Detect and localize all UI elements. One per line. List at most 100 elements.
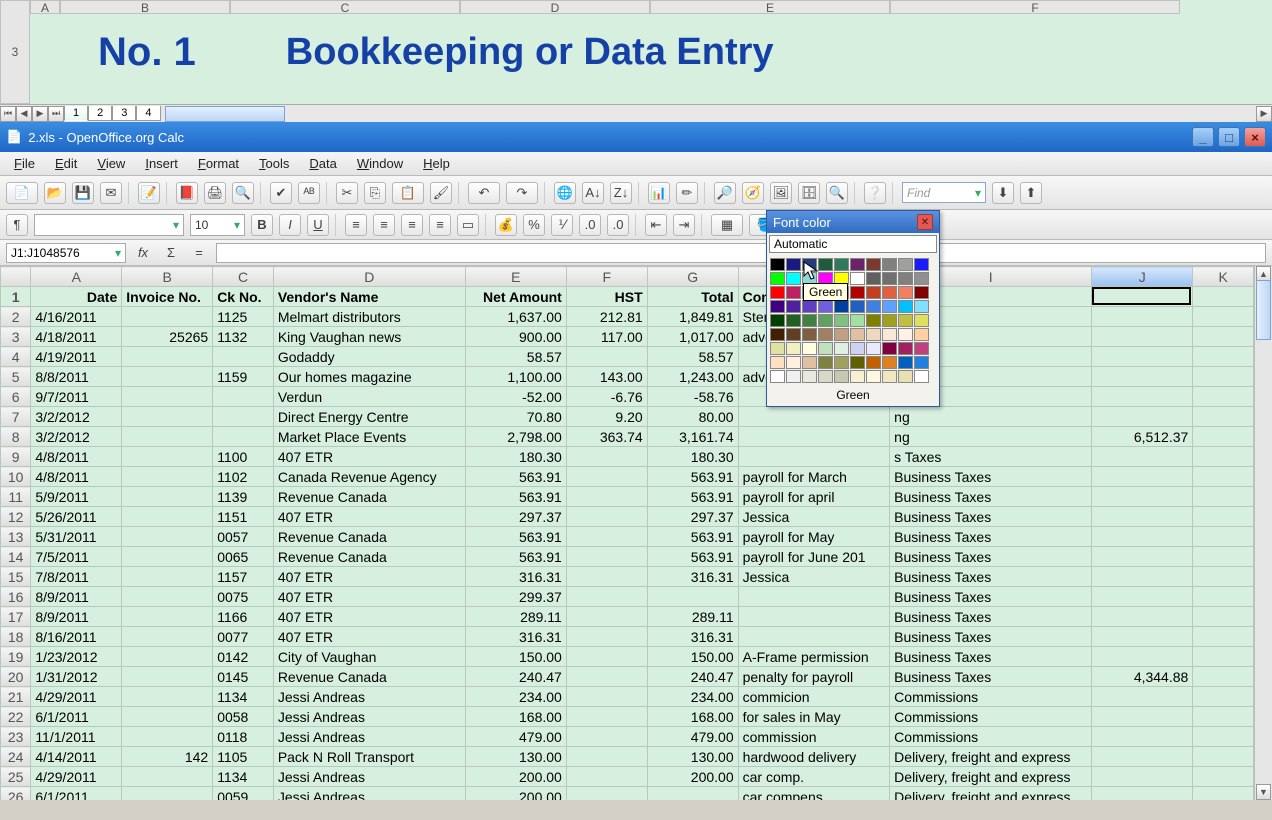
- cell[interactable]: 4/16/2011: [31, 307, 122, 327]
- cell[interactable]: 407 ETR: [273, 507, 465, 527]
- cell[interactable]: 11/1/2011: [31, 727, 122, 747]
- column-header[interactable]: D: [273, 267, 465, 287]
- row-header[interactable]: 23: [1, 727, 31, 747]
- cell[interactable]: [1193, 407, 1254, 427]
- row-header[interactable]: 26: [1, 787, 31, 801]
- menu-insert[interactable]: Insert: [137, 154, 186, 173]
- cell[interactable]: [1193, 547, 1254, 567]
- cell[interactable]: 9/7/2011: [31, 387, 122, 407]
- row-header[interactable]: 8: [1, 427, 31, 447]
- close-button[interactable]: ×: [1244, 127, 1266, 147]
- cell[interactable]: 0145: [213, 667, 274, 687]
- color-swatch[interactable]: [866, 356, 881, 369]
- font-size-combo[interactable]: 10▾: [190, 214, 245, 236]
- cell[interactable]: [1193, 647, 1254, 667]
- color-swatch[interactable]: [882, 272, 897, 285]
- sheet-nav-prev[interactable]: ◀: [16, 106, 32, 122]
- cell[interactable]: -52.00: [465, 387, 566, 407]
- row-header[interactable]: 21: [1, 687, 31, 707]
- cell[interactable]: [1092, 307, 1193, 327]
- cell[interactable]: [1092, 627, 1193, 647]
- color-swatch[interactable]: [786, 286, 801, 299]
- menu-edit[interactable]: Edit: [47, 154, 85, 173]
- cell[interactable]: Pack N Roll Transport: [273, 747, 465, 767]
- color-swatch[interactable]: [770, 258, 785, 271]
- cell[interactable]: [566, 767, 647, 787]
- hyperlink-button[interactable]: 🌐: [554, 182, 576, 204]
- cut-button[interactable]: ✂: [336, 182, 358, 204]
- styles-button[interactable]: ¶: [6, 214, 28, 236]
- cell[interactable]: [1193, 587, 1254, 607]
- cell[interactable]: [1193, 687, 1254, 707]
- color-swatch[interactable]: [866, 328, 881, 341]
- cell[interactable]: [122, 367, 213, 387]
- column-header[interactable]: G: [647, 267, 738, 287]
- cell[interactable]: [1193, 287, 1254, 307]
- cell[interactable]: [1193, 527, 1254, 547]
- color-swatch[interactable]: [770, 272, 785, 285]
- cell[interactable]: [122, 307, 213, 327]
- cell[interactable]: 1134: [213, 687, 274, 707]
- cell[interactable]: Net Amount: [465, 287, 566, 307]
- color-swatch[interactable]: [818, 300, 833, 313]
- cell[interactable]: 4/29/2011: [31, 767, 122, 787]
- decrease-indent-button[interactable]: ⇤: [645, 214, 667, 236]
- cell[interactable]: [1092, 647, 1193, 667]
- cell[interactable]: [122, 407, 213, 427]
- cell[interactable]: [647, 587, 738, 607]
- cell[interactable]: [122, 487, 213, 507]
- color-swatch[interactable]: [914, 342, 929, 355]
- cell[interactable]: [566, 447, 647, 467]
- sheet-nav-first[interactable]: ⏮: [0, 106, 16, 122]
- cell[interactable]: car compens: [738, 787, 890, 801]
- cell[interactable]: [1193, 667, 1254, 687]
- cell[interactable]: [566, 607, 647, 627]
- cell[interactable]: [1092, 347, 1193, 367]
- increase-indent-button[interactable]: ⇥: [673, 214, 695, 236]
- cell[interactable]: 130.00: [465, 747, 566, 767]
- save-button[interactable]: 💾: [72, 182, 94, 204]
- cell[interactable]: 0058: [213, 707, 274, 727]
- zoom-button[interactable]: 🔍: [826, 182, 848, 204]
- color-swatch[interactable]: [770, 314, 785, 327]
- row-header[interactable]: 4: [1, 347, 31, 367]
- cell[interactable]: Melmart distributors: [273, 307, 465, 327]
- underline-button[interactable]: U: [307, 214, 329, 236]
- cell[interactable]: 4/29/2011: [31, 687, 122, 707]
- cell[interactable]: [1092, 467, 1193, 487]
- cell[interactable]: [1193, 607, 1254, 627]
- sum-button[interactable]: Σ: [160, 242, 182, 264]
- row-header[interactable]: 13: [1, 527, 31, 547]
- cell[interactable]: 1134: [213, 767, 274, 787]
- menu-window[interactable]: Window: [349, 154, 411, 173]
- color-swatch[interactable]: [786, 300, 801, 313]
- cell[interactable]: Direct Energy Centre: [273, 407, 465, 427]
- redo-button[interactable]: ↷: [506, 182, 538, 204]
- copy-button[interactable]: ⎘: [364, 182, 386, 204]
- cell[interactable]: [213, 427, 274, 447]
- cell[interactable]: Revenue Canada: [273, 527, 465, 547]
- color-swatch[interactable]: [770, 370, 785, 383]
- row-header[interactable]: 11: [1, 487, 31, 507]
- cell[interactable]: Revenue Canada: [273, 667, 465, 687]
- color-swatch[interactable]: [802, 342, 817, 355]
- cell[interactable]: [738, 587, 890, 607]
- color-swatch[interactable]: [898, 314, 913, 327]
- chart-button[interactable]: 📊: [648, 182, 670, 204]
- print-preview-button[interactable]: 🔍: [232, 182, 254, 204]
- format-paintbrush-button[interactable]: 🖌: [430, 182, 452, 204]
- cell[interactable]: [122, 567, 213, 587]
- cell[interactable]: 316.31: [465, 627, 566, 647]
- cell[interactable]: Business Taxes: [890, 547, 1092, 567]
- color-swatch[interactable]: [818, 328, 833, 341]
- cell[interactable]: Commissions: [890, 687, 1092, 707]
- color-swatch[interactable]: [898, 356, 913, 369]
- cell[interactable]: 2,798.00: [465, 427, 566, 447]
- cell[interactable]: [1193, 567, 1254, 587]
- cell[interactable]: [1092, 287, 1193, 307]
- cell[interactable]: [122, 427, 213, 447]
- cell[interactable]: 142: [122, 747, 213, 767]
- cell[interactable]: Business Taxes: [890, 487, 1092, 507]
- cell[interactable]: 58.57: [647, 347, 738, 367]
- cell[interactable]: 479.00: [647, 727, 738, 747]
